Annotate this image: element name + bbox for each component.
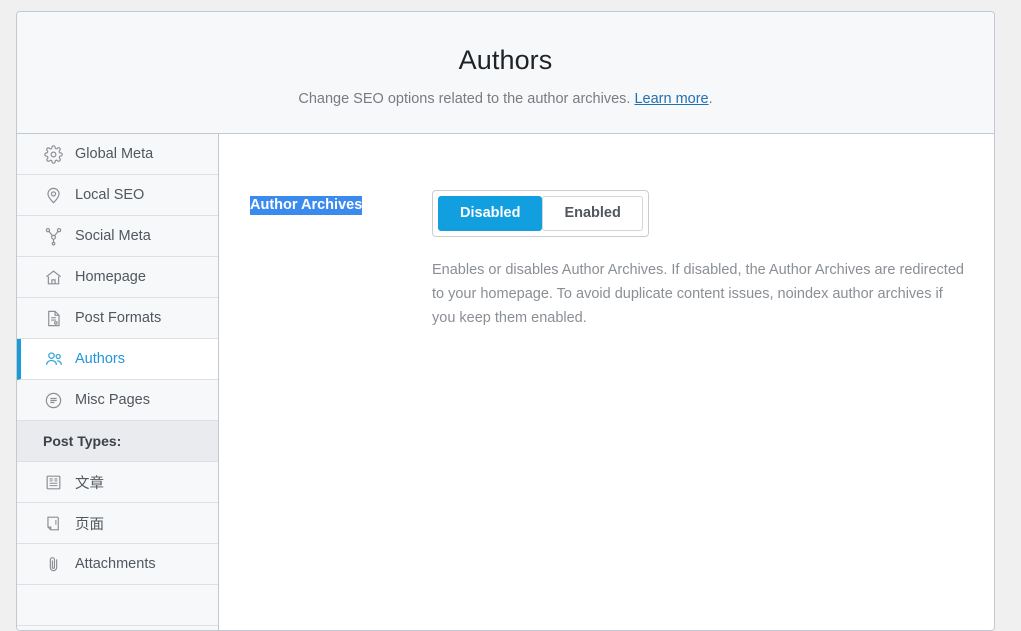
settings-sidebar: Global Meta Local SEO Social Meta Homepa… (17, 134, 219, 630)
setting-label-text: Author Archives (250, 196, 363, 216)
sidebar-item-label: Local SEO (75, 187, 145, 204)
setting-label-author-archives: Author Archives (250, 190, 432, 216)
sidebar-item-label: 文章 (75, 475, 104, 492)
page-subtitle: Change SEO options related to the author… (37, 89, 974, 109)
sidebar-item-post-formats[interactable]: Post Formats (17, 298, 218, 340)
page-subtitle-text: Change SEO options related to the author… (298, 90, 635, 107)
sidebar-item-label: Attachments (75, 556, 156, 573)
map-pin-icon (43, 185, 64, 206)
page-header: Authors Change SEO options related to th… (17, 12, 994, 135)
sidebar-item-overflow[interactable] (17, 585, 218, 627)
sidebar-item-misc-pages[interactable]: Misc Pages (17, 380, 218, 422)
settings-content: Author Archives Disabled Enabled Enables… (219, 134, 994, 630)
setting-description: Enables or disables Author Archives. If … (432, 262, 964, 326)
settings-body: Global Meta Local SEO Social Meta Homepa… (17, 134, 994, 630)
sidebar-group-heading-label: Post Types: (43, 433, 122, 450)
sidebar-item-posts[interactable]: 文章 (17, 462, 218, 504)
page-subtitle-suffix: . (708, 90, 713, 107)
learn-more-link[interactable]: Learn more (634, 91, 708, 107)
paperclip-icon (43, 554, 64, 575)
page-icon (43, 513, 64, 534)
sidebar-item-label: Authors (75, 351, 125, 368)
sidebar-item-label: Social Meta (75, 228, 151, 245)
users-icon (43, 349, 64, 370)
sidebar-group-heading-post-types: Post Types: (17, 421, 218, 463)
sidebar-item-label: 页面 (75, 516, 104, 533)
share-network-icon (43, 226, 64, 247)
page-title: Authors (458, 45, 553, 75)
settings-card: Authors Change SEO options related to th… (16, 11, 995, 631)
sidebar-item-label: Global Meta (75, 146, 154, 163)
document-icon (43, 308, 64, 329)
setting-field-author-archives: Disabled Enabled Enables or disables Aut… (432, 190, 994, 330)
newspaper-icon (43, 472, 64, 493)
toggle-option-enabled[interactable]: Enabled (542, 196, 643, 232)
sidebar-item-social-meta[interactable]: Social Meta (17, 216, 218, 258)
sidebar-item-global-meta[interactable]: Global Meta (17, 134, 218, 176)
sidebar-item-authors[interactable]: Authors (17, 339, 218, 381)
sidebar-item-attachments[interactable]: Attachments (17, 544, 218, 586)
sidebar-item-local-seo[interactable]: Local SEO (17, 175, 218, 217)
toggle-option-disabled[interactable]: Disabled (438, 196, 543, 232)
sidebar-item-label: Misc Pages (75, 392, 150, 409)
sidebar-item-pages[interactable]: 页面 (17, 503, 218, 545)
sidebar-item-homepage[interactable]: Homepage (17, 257, 218, 299)
author-archives-toggle-group[interactable]: Disabled Enabled (432, 190, 649, 238)
list-circle-icon (43, 390, 64, 411)
sidebar-item-label: Homepage (75, 269, 146, 286)
home-icon (43, 267, 64, 288)
setting-row-author-archives: Author Archives Disabled Enabled Enables… (219, 190, 994, 330)
sidebar-item-label: Post Formats (75, 310, 162, 327)
gear-icon (43, 144, 64, 165)
